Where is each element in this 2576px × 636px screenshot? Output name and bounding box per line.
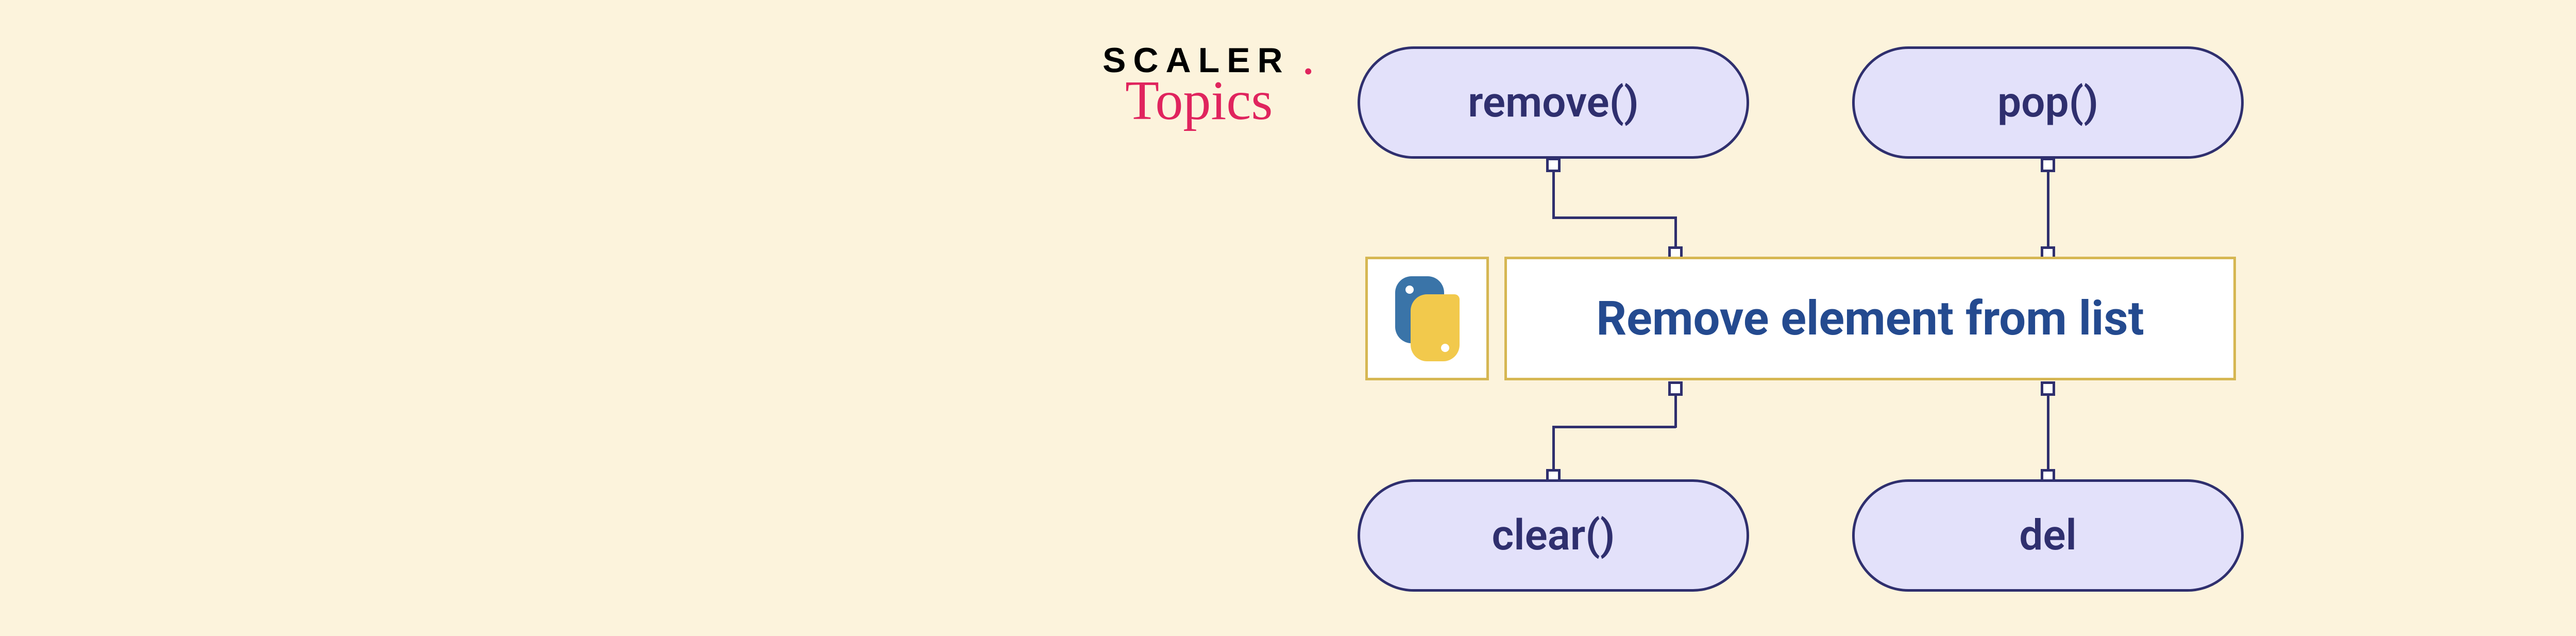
python-icon: [1385, 276, 1470, 361]
method-label: remove(): [1468, 78, 1639, 127]
method-pill-del: del: [1852, 479, 2244, 592]
center-group: Remove element from list: [1365, 257, 2236, 380]
method-label: del: [2019, 511, 2077, 560]
connector-dot: [1546, 158, 1561, 172]
method-label: clear(): [1492, 511, 1615, 560]
connector-line: [1552, 172, 1555, 219]
brand-logo: SCALER Topics: [1103, 40, 1324, 133]
diagram-container: remove() pop() clear() del Remove elemen…: [1358, 46, 2244, 593]
center-title-box: Remove element from list: [1504, 257, 2236, 380]
connector-line: [1674, 216, 1677, 248]
logo-text-topics: Topics: [1125, 69, 1324, 133]
method-pill-remove: remove(): [1358, 46, 1749, 159]
connector-line: [2047, 172, 2049, 248]
connector-line: [2047, 396, 2049, 472]
center-title: Remove element from list: [1596, 291, 2144, 346]
connector-line: [1674, 396, 1677, 428]
connector-line: [1552, 426, 1555, 472]
method-pill-pop: pop(): [1852, 46, 2244, 159]
banner: SCALER Topics remove() pop() clear(): [0, 0, 2576, 636]
method-pill-clear: clear(): [1358, 479, 1749, 592]
connector-line: [1552, 426, 1676, 428]
python-logo-box: [1365, 257, 1489, 380]
connector-line: [1552, 216, 1676, 219]
connector-dot: [2041, 158, 2055, 172]
connector-dot: [2041, 381, 2055, 396]
connector-dot: [1668, 381, 1683, 396]
method-label: pop(): [1997, 78, 2098, 127]
